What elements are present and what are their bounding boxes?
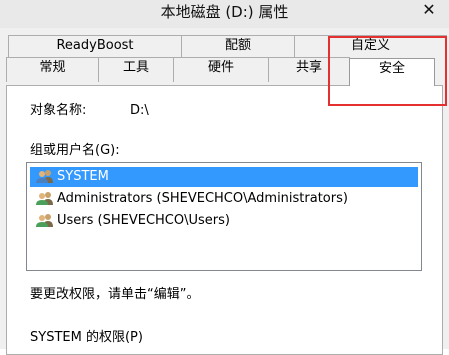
list-item-system[interactable]: SYSTEM (30, 167, 418, 187)
tab-sharing[interactable]: 共享 (268, 57, 350, 82)
window-title: 本地磁盘 (D:) 属性 (160, 3, 289, 21)
group-or-user-label: 组或用户名(G): (30, 143, 120, 158)
list-item-label: Users (SHEVECHCO\Users) (57, 213, 230, 228)
tab-general[interactable]: 常规 (6, 57, 99, 82)
users-icon (36, 192, 53, 205)
tab-quota[interactable]: 配额 (181, 35, 295, 57)
users-icon (36, 170, 53, 183)
list-item-users[interactable]: Users (SHEVECHCO\Users) (30, 211, 418, 231)
tab-tools[interactable]: 工具 (98, 57, 174, 82)
tab-security[interactable]: 安全 (349, 58, 435, 86)
tab-hardware[interactable]: 硬件 (173, 57, 269, 82)
user-listbox[interactable]: SYSTEM Administrators (SHEVECHCO\Adminis… (26, 162, 422, 271)
edit-permissions-hint: 要更改权限，请单击“编辑”。 (30, 287, 200, 302)
list-item-label: Administrators (SHEVECHCO\Administrators… (57, 191, 348, 206)
permissions-label: SYSTEM 的权限(P) (30, 330, 143, 345)
object-name-value: D:\ (130, 103, 149, 118)
list-item-label: SYSTEM (57, 169, 109, 184)
object-name-label: 对象名称: (30, 103, 87, 118)
title-bar: 本地磁盘 (D:) 属性 ✕ (0, 0, 449, 29)
users-icon (36, 214, 53, 227)
list-item-administrators[interactable]: Administrators (SHEVECHCO\Administrators… (30, 189, 418, 209)
tab-customize[interactable]: 自定义 (294, 35, 447, 57)
tab-readyboost[interactable]: ReadyBoost (8, 35, 182, 57)
close-button[interactable]: ✕ (415, 0, 443, 22)
